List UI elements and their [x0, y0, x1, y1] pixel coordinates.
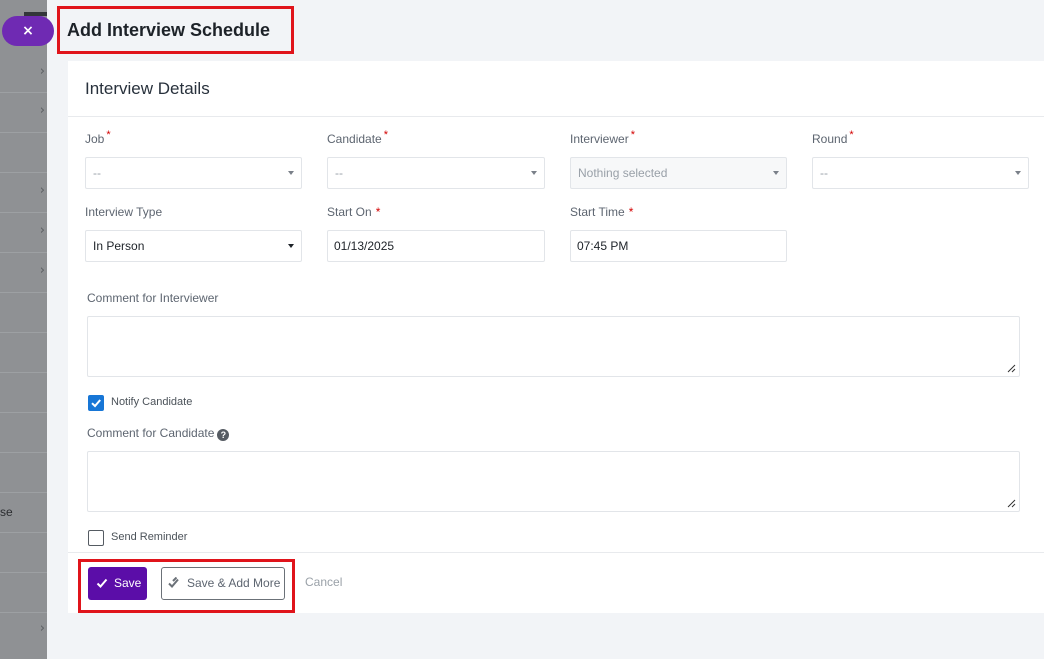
round-label: Round * — [812, 129, 854, 146]
title-highlight-box — [57, 6, 294, 54]
sidebar-row: › — [0, 253, 47, 293]
comment-interviewer-label: Comment for Interviewer — [87, 291, 219, 305]
sidebar-row — [0, 453, 47, 493]
start-on-date-input[interactable]: 01/13/2025 — [327, 230, 545, 262]
sidebar-row — [0, 573, 47, 613]
sidebar-row: › — [0, 93, 47, 133]
caret-down-icon — [288, 171, 294, 175]
close-modal-button[interactable]: × — [2, 16, 54, 46]
notify-candidate-checkbox[interactable] — [88, 395, 104, 411]
chevron-right-icon: › — [39, 64, 45, 79]
comment-candidate-label: Comment for Candidate? — [87, 426, 230, 441]
interviewer-select[interactable]: Nothing selected — [570, 157, 787, 189]
candidate-select[interactable]: -- — [327, 157, 545, 189]
sidebar-row: › — [0, 52, 47, 93]
background-sidebar: › › › › › › se — [0, 0, 47, 659]
job-select[interactable]: -- — [85, 157, 302, 189]
card-title: Interview Details — [85, 79, 210, 98]
sidebar-row: › — [0, 173, 47, 213]
comment-candidate-textarea[interactable] — [87, 451, 1020, 512]
start-time-input[interactable]: 07:45 PM — [570, 230, 787, 262]
resize-grip-icon — [1007, 364, 1016, 373]
question-circle-icon[interactable]: ? — [217, 429, 230, 441]
send-reminder-checkbox[interactable] — [88, 530, 104, 546]
interview-type-select[interactable]: In Person — [85, 230, 302, 262]
chevron-right-icon: › — [39, 263, 45, 278]
sidebar-row: › — [0, 613, 47, 659]
comment-interviewer-textarea[interactable] — [87, 316, 1020, 377]
round-select[interactable]: -- — [812, 157, 1029, 189]
caret-down-icon — [773, 171, 779, 175]
candidate-label: Candidate * — [327, 129, 388, 146]
caret-down-icon — [288, 244, 294, 248]
sidebar-row — [0, 413, 47, 453]
start-time-label: Start Time * — [570, 205, 634, 219]
sidebar-row — [0, 373, 47, 413]
cancel-link[interactable]: Cancel — [305, 575, 342, 589]
checkmark-icon — [91, 399, 101, 408]
caret-down-icon — [1015, 171, 1021, 175]
chevron-right-icon: › — [39, 183, 45, 198]
footer-divider — [68, 552, 1044, 553]
add-interview-panel: Add Interview Schedule Interview Details… — [47, 0, 1044, 659]
notify-candidate-label: Notify Candidate — [111, 396, 193, 408]
resize-grip-icon — [1007, 499, 1016, 508]
interviewer-label: Interviewer * — [570, 129, 635, 146]
chevron-right-icon: › — [39, 223, 45, 238]
chevron-right-icon: › — [39, 621, 45, 636]
interview-type-label: Interview Type — [85, 205, 163, 219]
job-label: Job * — [85, 129, 111, 146]
interview-details-card: Interview Details Job * Candidate * Interv… — [68, 61, 1044, 613]
send-reminder-label: Send Reminder — [111, 531, 188, 543]
card-header: Interview Details — [68, 61, 1044, 117]
sidebar-row — [0, 293, 47, 333]
sidebar-row — [0, 133, 47, 173]
chevron-right-icon: › — [39, 103, 45, 118]
sidebar-row — [0, 533, 47, 573]
sidebar-row: › — [0, 213, 47, 253]
start-on-label: Start On * — [327, 205, 381, 219]
caret-down-icon — [531, 171, 537, 175]
sidebar-text-fragment: se — [0, 505, 13, 519]
actions-highlight-box — [78, 559, 295, 613]
sidebar-row — [0, 333, 47, 373]
